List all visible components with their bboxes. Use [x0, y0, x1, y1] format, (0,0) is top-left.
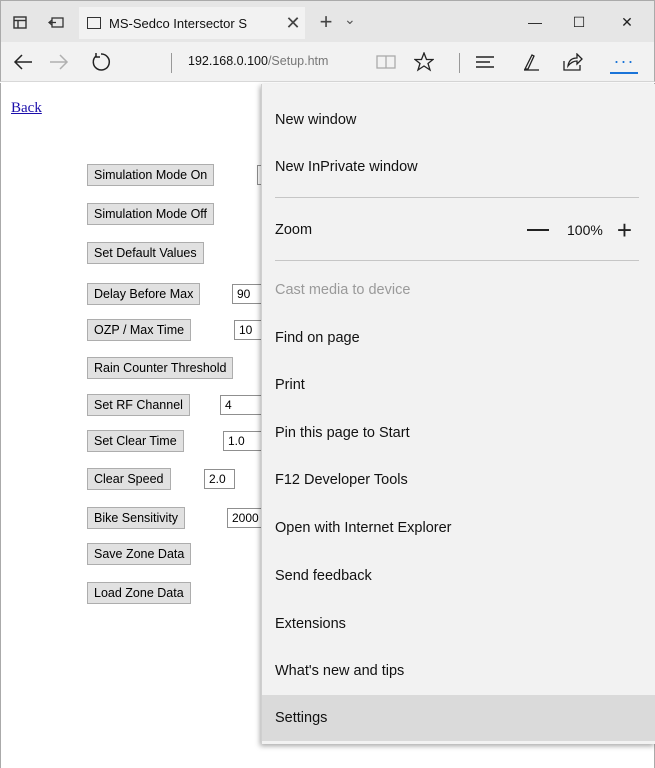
new-tab-button[interactable]: + — [315, 9, 337, 35]
page-icon — [87, 17, 101, 29]
bike-sensitivity-field[interactable]: 2000 — [227, 508, 262, 528]
tab-preview-icon[interactable] — [45, 12, 67, 32]
zoom-level: 100% — [567, 222, 603, 238]
menu-item-developer-tools[interactable]: F12 Developer Tools — [262, 457, 655, 503]
more-icon[interactable]: ··· — [610, 50, 638, 74]
minimize-icon: — — [528, 14, 542, 30]
clear-speed-field[interactable]: 2.0 — [204, 469, 235, 489]
clear-time-field[interactable]: 1.0 — [223, 431, 262, 451]
back-link[interactable]: Back — [11, 100, 42, 117]
hub-icon[interactable] — [471, 50, 499, 74]
menu-item-label: Send feedback — [275, 568, 372, 584]
menu-item-new-window[interactable]: New window — [262, 97, 655, 143]
menu-item-cast-media: Cast media to device — [262, 267, 655, 313]
menu-item-print[interactable]: Print — [262, 362, 655, 408]
url-field[interactable]: 192.168.0.100/Setup.htm — [188, 54, 328, 68]
menu-item-label: Find on page — [275, 330, 360, 346]
ozp-max-time-field[interactable]: 10 — [234, 320, 262, 340]
menu-item-label: Open with Internet Explorer — [275, 520, 452, 536]
close-window-button[interactable]: ✕ — [604, 9, 650, 35]
divider — [459, 53, 460, 73]
menu-item-label: What's new and tips — [275, 663, 405, 679]
more-menu: New window New InPrivate window Zoom 100… — [261, 84, 655, 744]
close-icon: ✕ — [621, 13, 633, 30]
back-arrow-icon[interactable] — [9, 50, 37, 74]
tabs-aside-icon[interactable] — [9, 12, 31, 32]
menu-item-zoom: Zoom 100% + — [262, 207, 655, 253]
set-rf-channel-button[interactable]: Set RF Channel — [87, 394, 190, 416]
forward-arrow-icon[interactable] — [45, 50, 73, 74]
bike-sensitivity-button[interactable]: Bike Sensitivity — [87, 507, 186, 529]
favorite-star-icon[interactable] — [410, 50, 438, 74]
menu-item-label: Cast media to device — [275, 282, 411, 298]
menu-item-label: Settings — [275, 710, 328, 726]
menu-item-find-on-page[interactable]: Find on page — [262, 315, 655, 361]
url-path: /Setup.htm — [267, 54, 329, 68]
zoom-in-button[interactable]: + — [617, 217, 632, 243]
menu-item-new-inprivate-window[interactable]: New InPrivate window — [262, 144, 655, 190]
rf-channel-field[interactable]: 4 — [220, 395, 262, 415]
set-clear-time-button[interactable]: Set Clear Time — [87, 430, 184, 452]
menu-item-label: Extensions — [275, 616, 346, 632]
zoom-controls: 100% + — [527, 207, 632, 253]
refresh-icon[interactable] — [87, 50, 115, 74]
zoom-out-button[interactable] — [527, 229, 549, 231]
menu-item-send-feedback[interactable]: Send feedback — [262, 553, 655, 599]
menu-item-label: Print — [275, 377, 305, 393]
web-note-icon[interactable] — [517, 50, 545, 74]
clear-speed-button[interactable]: Clear Speed — [87, 468, 171, 490]
maximize-button[interactable]: ☐ — [556, 9, 602, 35]
menu-divider — [275, 197, 639, 198]
active-tab[interactable]: MS-Sedco Intersector S ✕ — [79, 7, 305, 39]
divider — [171, 53, 172, 73]
rain-counter-threshold-button[interactable]: Rain Counter Threshold — [87, 357, 234, 379]
load-zone-data-button[interactable]: Load Zone Data — [87, 582, 191, 604]
menu-item-extensions[interactable]: Extensions — [262, 601, 655, 647]
maximize-icon: ☐ — [572, 13, 586, 30]
simulation-mode-off-button[interactable]: Simulation Mode Off — [87, 203, 215, 225]
minimize-button[interactable]: — — [512, 9, 558, 35]
zoom-label: Zoom — [275, 222, 313, 238]
tab-title: MS-Sedco Intersector S — [109, 15, 247, 31]
delay-before-max-field[interactable]: 90 — [232, 284, 262, 304]
menu-divider — [275, 260, 639, 261]
menu-item-label: F12 Developer Tools — [275, 472, 408, 488]
chevron-down-icon[interactable]: ⌄ — [344, 11, 356, 28]
menu-item-label: Pin this page to Start — [275, 425, 410, 441]
url-host: 192.168.0.100 — [188, 54, 268, 68]
menu-item-pin-to-start[interactable]: Pin this page to Start — [262, 410, 655, 456]
close-tab-icon[interactable]: ✕ — [281, 13, 305, 34]
ozp-max-time-button[interactable]: OZP / Max Time — [87, 319, 192, 341]
simulation-mode-on-button[interactable]: Simulation Mode On — [87, 164, 215, 186]
menu-item-label: New window — [275, 112, 357, 128]
reading-view-icon[interactable] — [372, 50, 400, 74]
save-zone-data-button[interactable]: Save Zone Data — [87, 543, 192, 565]
set-default-values-button[interactable]: Set Default Values — [87, 242, 204, 264]
menu-item-settings[interactable]: Settings — [262, 695, 655, 741]
title-bar: MS-Sedco Intersector S ✕ + ⌄ — ☐ ✕ — [0, 0, 655, 42]
menu-item-open-with-ie[interactable]: Open with Internet Explorer — [262, 505, 655, 551]
menu-item-label: New InPrivate window — [275, 159, 418, 175]
share-icon[interactable] — [559, 50, 587, 74]
address-bar: 192.168.0.100/Setup.htm ··· — [0, 42, 655, 82]
delay-before-max-button[interactable]: Delay Before Max — [87, 283, 201, 305]
menu-item-whats-new[interactable]: What's new and tips — [262, 648, 655, 694]
